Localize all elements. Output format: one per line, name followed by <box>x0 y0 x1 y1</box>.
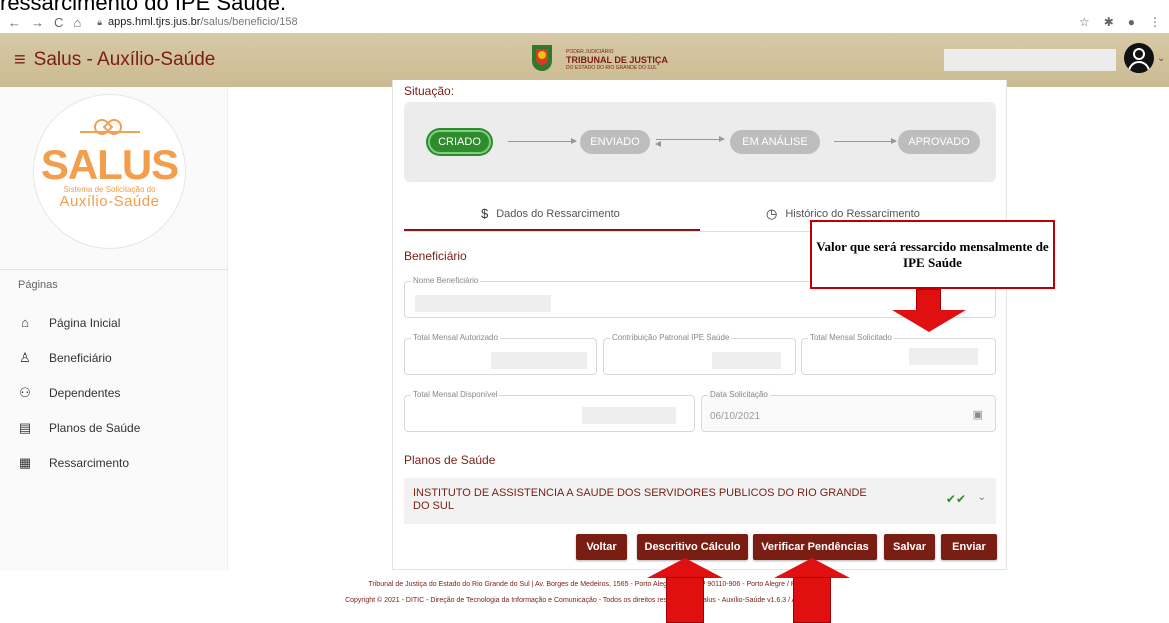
sidebar-item-label: Ressarcimento <box>49 456 130 470</box>
contribuicao-patronal-field[interactable]: Contribuição Patronal IPE Saúde <box>603 333 796 375</box>
clipboard-icon: ▤ <box>18 420 32 435</box>
voltar-button[interactable]: Voltar <box>576 534 627 560</box>
annotation-callout: Valor que será ressarcido mensalmente de… <box>810 220 1055 289</box>
user-avatar-icon[interactable] <box>1124 43 1154 73</box>
step-em-analise: EM ANÁLISE <box>730 130 820 154</box>
browser-toolbar: ← → C ⌂ 🔒︎ apps.hml.tjrs.jus.br/salus/be… <box>0 12 1169 32</box>
forward-icon[interactable]: → <box>31 15 44 30</box>
field-label: Total Mensal Solicitado <box>808 333 894 342</box>
tab-label: Dados do Ressarcimento <box>496 207 620 220</box>
salus-logo: SALUS Sistema de Solicitação do Auxílio-… <box>33 94 186 249</box>
sidebar-item-planos-de-saude[interactable]: ▤ Planos de Saúde <box>18 420 141 436</box>
field-label: Data Solicitação <box>708 390 770 399</box>
logo-subtitle-2: Auxílio-Saúde <box>59 193 160 210</box>
sidebar-item-beneficiario[interactable]: ♙ Beneficiário <box>18 350 112 366</box>
planos-section-title: Planos de Saúde <box>404 453 496 467</box>
person-icon: ♙ <box>19 350 31 365</box>
sidebar-item-label: Beneficiário <box>49 351 112 365</box>
tab-label: Histórico do Ressarcimento <box>785 208 920 220</box>
chevron-down-icon[interactable]: ⌄ <box>978 492 986 503</box>
url-host: apps.hml.tjrs.jus.br <box>108 16 201 28</box>
step-arrow <box>834 138 897 144</box>
plan-item[interactable]: INSTITUTO DE ASSISTENCIA A SAUDE DOS SER… <box>404 478 996 524</box>
step-criado: CRIADO <box>428 130 491 154</box>
app-title: Salus - Auxílio-Saúde <box>33 49 216 70</box>
enviar-button[interactable]: Enviar <box>941 534 997 560</box>
calendar-icon[interactable]: ▣ <box>973 408 983 421</box>
sidebar-item-label: Dependentes <box>49 386 121 400</box>
rs-crest-icon <box>524 39 560 81</box>
data-solicitacao-field[interactable]: Data Solicitação 06/10/2021 ▣ <box>701 390 996 432</box>
reload-icon[interactable]: C <box>54 15 63 30</box>
court-sub-label: DO ESTADO DO RIO GRANDE DO SUL <box>566 65 658 71</box>
hamburger-menu-icon[interactable]: ≡ <box>14 49 26 72</box>
people-icon: ⚇ <box>19 385 31 400</box>
double-check-icon: ✔✔ <box>945 492 966 506</box>
annotation-arrow-down <box>892 289 966 333</box>
redacted-value <box>491 352 587 369</box>
sidebar-divider <box>0 269 228 270</box>
total-mensal-disponivel-field[interactable]: Total Mensal Disponível <box>404 390 695 432</box>
salvar-button[interactable]: Salvar <box>884 534 935 560</box>
heart-icon <box>79 115 140 139</box>
tab-active-indicator <box>404 229 700 231</box>
home-nav-icon[interactable]: ⌂ <box>73 15 81 30</box>
sidebar-item-ressarcimento[interactable]: ▦ Ressarcimento <box>18 455 129 471</box>
field-label: Contribuição Patronal IPE Saúde <box>610 333 732 342</box>
beneficiario-section-title: Beneficiário <box>404 249 467 263</box>
lock-icon: 🔒︎ <box>97 16 103 27</box>
footer-address: Tribunal de Justiça do Estado do Rio Gra… <box>368 581 801 588</box>
court-logo: PODER JUDICIÁRIO TRIBUNAL DE JUSTIÇA DO … <box>524 39 668 81</box>
profile-icon[interactable]: ● <box>1128 15 1135 29</box>
receipt-icon: ▦ <box>18 455 32 470</box>
redacted-value <box>712 352 781 369</box>
url-path: /salus/beneficio/158 <box>200 16 298 28</box>
court-name: TRIBUNAL DE JUSTIÇA <box>566 55 668 65</box>
page-footer: Tribunal de Justiça do Estado do Rio Gra… <box>0 571 1169 623</box>
user-name-box <box>944 49 1116 71</box>
sidebar-item-dependentes[interactable]: ⚇ Dependentes <box>18 385 120 401</box>
tab-dados-ressarcimento[interactable]: $ Dados do Ressarcimento <box>481 206 620 221</box>
annotation-arrow-up-descritivo <box>647 558 723 623</box>
redacted-value <box>909 348 978 365</box>
sidebar-section-label: Páginas <box>18 279 58 291</box>
plan-name: INSTITUTO DE ASSISTENCIA A SAUDE DOS SER… <box>413 487 867 512</box>
sidebar-item-label: Página Inicial <box>49 315 121 330</box>
history-icon: ◷ <box>766 206 778 221</box>
footer-copyright: Copyright © 2021 - DITIC - Direção de Te… <box>345 597 824 604</box>
chevron-down-icon[interactable]: ⌄ <box>1157 53 1165 64</box>
situacao-label: Situação: <box>404 84 455 98</box>
status-stepper: CRIADO ENVIADO EM ANÁLISE APROVADO <box>404 102 996 182</box>
total-mensal-autorizado-field[interactable]: Total Mensal Autorizado <box>404 333 597 375</box>
redacted-value <box>415 295 551 312</box>
descritivo-calculo-button[interactable]: Descritivo Cálculo <box>637 534 748 560</box>
total-mensal-solicitado-field[interactable]: Total Mensal Solicitado <box>801 333 996 375</box>
star-icon[interactable]: ☆ <box>1079 15 1090 29</box>
sidebar: SALUS Sistema de Solicitação do Auxílio-… <box>0 87 228 571</box>
browser-menu-icon[interactable]: ⋮ <box>1149 15 1161 29</box>
step-double-arrow <box>655 136 725 147</box>
address-bar[interactable]: 🔒︎ apps.hml.tjrs.jus.br/salus/beneficio/… <box>97 16 297 28</box>
logo-word: SALUS <box>40 141 179 188</box>
sidebar-item-pagina-inicial[interactable]: ⌂ Página Inicial <box>18 315 120 330</box>
step-enviado: ENVIADO <box>580 130 650 154</box>
dollar-icon: $ <box>481 206 489 221</box>
extensions-icon[interactable]: ✱ <box>1104 15 1114 29</box>
field-label: Nome Beneficiário <box>411 276 481 285</box>
field-label: Total Mensal Disponível <box>411 390 500 399</box>
home-icon: ⌂ <box>21 315 29 330</box>
back-icon[interactable]: ← <box>8 15 21 30</box>
field-label: Total Mensal Autorizado <box>411 333 500 342</box>
step-arrow <box>508 138 577 144</box>
step-aprovado: APROVADO <box>898 130 980 154</box>
data-solicitacao-value: 06/10/2021 <box>710 411 761 422</box>
redacted-value <box>582 407 676 424</box>
sidebar-item-label: Planos de Saúde <box>49 421 141 435</box>
app-header: ≡ Salus - Auxílio-Saúde PODER JUDICIÁRIO… <box>0 33 1169 87</box>
verificar-pendencias-button[interactable]: Verificar Pendências <box>753 534 877 560</box>
annotation-arrow-up-verificar <box>774 558 850 623</box>
